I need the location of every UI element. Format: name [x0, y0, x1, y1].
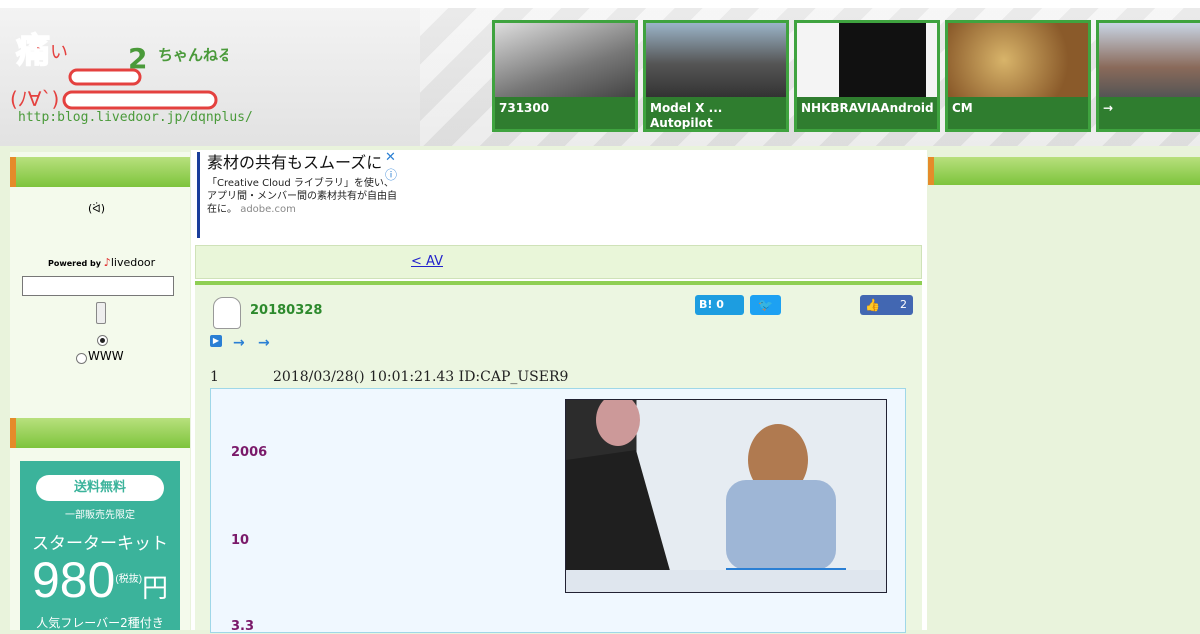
thumbnail-image — [797, 23, 937, 97]
ad-banner[interactable]: 素材の共有もスムーズに 「Creative Cloud ライブラリ」を使い、アプ… — [197, 152, 403, 238]
promo-yen: 円 — [142, 573, 169, 603]
sidebar-band — [10, 418, 190, 448]
thumbnail-link[interactable]: NHKBRAVIAAndroid — [794, 20, 940, 132]
facebook-like-count: 2 — [900, 298, 907, 311]
article-nav: < AV — [195, 245, 922, 279]
twitter-button[interactable]: 🐦 — [750, 295, 781, 315]
thumbnail-caption: 731300 — [499, 101, 550, 115]
thumbnail-link[interactable]: CM — [945, 20, 1091, 132]
body-number: 2006 — [231, 445, 268, 460]
site-header: 痛 い (ﾉ∀`) 2 ちゃんねる http:blog.livedoor.jp/… — [0, 0, 1200, 146]
right-sidebar-band — [928, 157, 1200, 185]
promo-banner[interactable]: 送料無料 一部販売先限定 スターターキット 980(税抜)円 人気フレーバー2種… — [20, 461, 180, 630]
prev-article-link[interactable]: < AV — [411, 254, 538, 269]
livedoor-brand: livedoor — [110, 256, 156, 269]
sidebar-band — [10, 157, 190, 187]
thumbnail-caption: → — [1103, 101, 1114, 115]
promo-pill: 送料無料 — [36, 475, 164, 501]
thumbnail-image — [646, 23, 786, 97]
photo-shirt — [726, 480, 836, 570]
svg-text:い: い — [50, 42, 68, 63]
hatena-icon: B! — [699, 298, 713, 311]
hatena-bookmark-button[interactable]: B! 0 — [695, 295, 744, 315]
twitter-bird-icon: 🐦 — [758, 298, 773, 312]
promo-price: 980(税抜)円 — [20, 554, 180, 614]
logo-url[interactable]: http:blog.livedoor.jp/dqnplus/ — [18, 110, 253, 125]
left-sidebar: (ᐛ) Powered by ♪livedoor WWW 送料無料 一部販売先限… — [10, 152, 190, 630]
body-number: 10 — [231, 533, 250, 548]
ad-body-text: 「Creative Cloud ライブラリ」を使い、アプリ間・メンバー間の素材共… — [207, 178, 397, 215]
photo-table — [566, 570, 886, 592]
search-button[interactable] — [96, 302, 106, 324]
powered-by-label: Powered by — [48, 259, 101, 268]
article-photo — [565, 399, 887, 593]
promo-tax: (税抜) — [115, 574, 143, 585]
promo-flavor: 人気フレーバー2種付き — [36, 616, 164, 630]
thumbnail-caption: Model X ... Autopilot — [650, 101, 723, 130]
svg-text:痛: 痛 — [16, 31, 50, 71]
category-link[interactable]: → — [233, 335, 245, 351]
ad-info-icon[interactable]: ⓘ — [385, 166, 397, 183]
facebook-like-button[interactable]: 👍 2 — [860, 295, 913, 315]
response-body: 2006 10 3.3 — [210, 388, 906, 634]
thumbnail-caption: CM — [952, 101, 973, 115]
thumbnail-link[interactable]: Model X ... Autopilot — [643, 20, 789, 132]
ad-domain: adobe.com — [240, 204, 296, 215]
svg-text:2: 2 — [128, 42, 147, 75]
radio-www-search[interactable] — [76, 353, 87, 364]
powered-by: Powered by ♪livedoor — [48, 256, 155, 269]
thumbnail-link[interactable]: → — [1096, 20, 1200, 132]
radio-www-label: WWW — [88, 349, 124, 363]
livedoor-logo-icon: ♪ — [103, 256, 111, 269]
blog-avatar-icon — [213, 297, 241, 329]
thumbnail-image — [948, 23, 1088, 97]
hatena-count: 0 — [716, 298, 724, 311]
response-meta: 2018/03/28() 10:01:21.43 ID:CAP_USER9 — [273, 369, 569, 385]
ad-close-icon[interactable]: ✕ — [385, 150, 396, 165]
body-number: 3.3 — [231, 619, 255, 634]
header-topbar — [0, 0, 1200, 8]
photo-head — [596, 400, 640, 446]
thumbs-up-icon: 👍 — [865, 298, 880, 312]
thumbnail-image — [1099, 23, 1200, 97]
thumbnail-caption: NHKBRAVIAAndroid — [801, 101, 934, 115]
search-input[interactable] — [22, 276, 174, 296]
photo-illustration — [566, 400, 886, 592]
main-content: 素材の共有もスムーズに 「Creative Cloud ライブラリ」を使い、アプ… — [191, 150, 927, 634]
svg-text:ちゃんねる: ちゃんねる — [158, 46, 228, 64]
article: 20180328 B! 0 🐦 👍 2 ▶ → → 1 2018/03/28() … — [195, 285, 922, 634]
response-number: 1 — [210, 369, 219, 385]
promo-price-number: 980 — [31, 552, 116, 608]
svg-text:(ﾉ∀`): (ﾉ∀`) — [10, 87, 59, 111]
ad-body: 「Creative Cloud ライブラリ」を使い、アプリ間・メンバー間の素材共… — [207, 177, 403, 216]
face-icon: (ᐛ) — [88, 202, 106, 215]
category-link[interactable]: → — [258, 335, 270, 351]
thumbnail-link[interactable]: 731300 — [492, 20, 638, 132]
thumbnail-image — [495, 23, 635, 97]
promo-kit: スターターキット — [32, 534, 168, 554]
promo-limited: 一部販売先限定 — [65, 510, 135, 521]
category-icon[interactable]: ▶ — [210, 335, 222, 347]
ad-headline: 素材の共有もスムーズに — [207, 153, 383, 172]
article-title[interactable]: 20180328 — [250, 303, 322, 318]
radio-blog-search[interactable] — [97, 335, 108, 346]
